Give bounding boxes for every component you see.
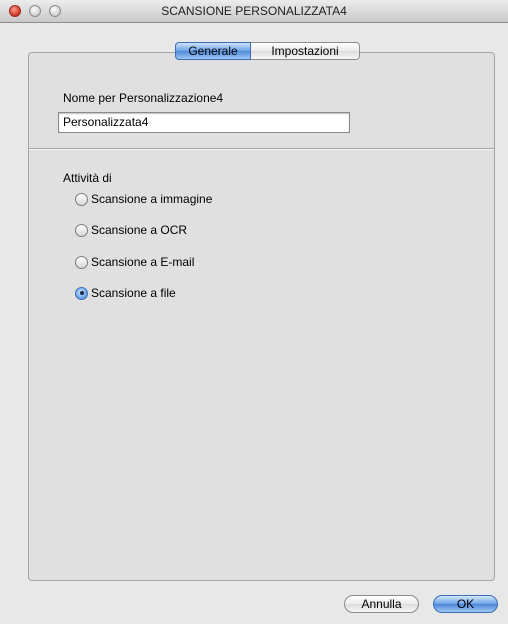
tab-generale[interactable]: Generale xyxy=(175,42,251,60)
radio-option-image[interactable]: Scansione a immagine xyxy=(75,191,212,207)
radio-option-file[interactable]: Scansione a file xyxy=(75,285,176,301)
radio-option-email[interactable]: Scansione a E-mail xyxy=(75,254,194,270)
radio-label: Scansione a file xyxy=(91,286,176,300)
name-field-label: Nome per Personalizzazione4 xyxy=(63,91,224,105)
activity-label: Attività di xyxy=(63,171,112,185)
tab-bar: Generale Impostazioni xyxy=(175,42,360,62)
section-divider xyxy=(29,148,494,150)
dialog-window: SCANSIONE PERSONALIZZATA4 Generale Impos… xyxy=(0,0,508,624)
tab-impostazioni[interactable]: Impostazioni xyxy=(251,42,360,60)
radio-unchecked-icon xyxy=(75,255,88,269)
radio-unchecked-icon xyxy=(75,223,88,237)
window-title: SCANSIONE PERSONALIZZATA4 xyxy=(161,4,347,18)
radio-option-ocr[interactable]: Scansione a OCR xyxy=(75,222,187,238)
radio-label: Scansione a OCR xyxy=(91,223,188,237)
radio-unchecked-icon xyxy=(75,192,88,206)
radio-checked-icon xyxy=(75,286,88,300)
radio-label: Scansione a immagine xyxy=(91,192,213,206)
ok-button[interactable]: OK xyxy=(433,595,498,613)
cancel-button[interactable]: Annulla xyxy=(344,595,419,613)
name-input[interactable]: Personalizzata4 xyxy=(58,112,350,133)
radio-label: Scansione a E-mail xyxy=(91,255,195,269)
title-bar: SCANSIONE PERSONALIZZATA4 xyxy=(0,0,508,23)
